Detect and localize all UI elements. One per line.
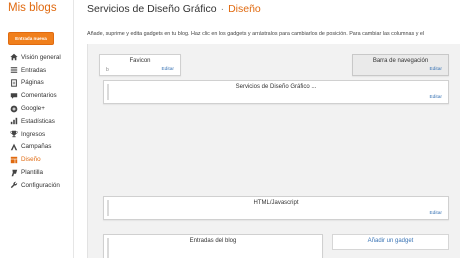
gadget-title: HTML/Javascript [253, 200, 299, 206]
navbar-gadget[interactable]: Barra de navegación Editar [352, 54, 449, 76]
pages-icon [9, 78, 18, 87]
sidebar-item-comments[interactable]: Comentarios [0, 89, 73, 102]
title-separator: · [220, 3, 225, 15]
template-icon [9, 168, 18, 177]
my-blogs-link[interactable]: Mis blogs [8, 2, 57, 14]
layout-icon [9, 155, 18, 164]
gadget-title: Favicon [129, 58, 151, 64]
sidebar-item-campaigns[interactable]: Campañas [0, 141, 73, 154]
sidebar-item-pages[interactable]: Páginas [0, 77, 73, 90]
gadget-title: Barra de navegación [372, 58, 429, 64]
page-title: Servicios de Diseño Gráfico · Diseño [87, 3, 261, 15]
sidebar-divider [73, 0, 74, 258]
favicon-marker: b [106, 67, 109, 73]
sidebar-item-settings[interactable]: Configuración [0, 179, 73, 192]
sidebar-nav: Visión general Entradas Páginas Comentar… [0, 51, 73, 192]
section-name: Diseño [228, 3, 261, 15]
header-edit-link[interactable]: Editar [429, 95, 442, 100]
posts-icon [9, 66, 18, 75]
stats-icon [9, 117, 18, 126]
trophy-icon [9, 130, 18, 139]
sidebar-item-label: Estadísticas [21, 117, 55, 125]
gadget-title: Servicios de Diseño Gráfico ... [235, 84, 317, 90]
wrench-icon [9, 181, 18, 190]
sidebar-item-earnings[interactable]: Ingresos [0, 128, 73, 141]
sidebar-item-label: Google+ [21, 105, 45, 113]
sidebar-item-posts[interactable]: Entradas [0, 64, 73, 77]
layout-instructions: Añade, suprime y edita gadgets en tu blo… [87, 31, 425, 37]
navbar-edit-link[interactable]: Editar [429, 67, 442, 72]
sidebar-item-template[interactable]: Plantilla [0, 166, 73, 179]
blog-posts-gadget[interactable]: Entradas del blog [103, 234, 323, 258]
sidebar-item-layout[interactable]: Diseño [0, 153, 73, 166]
blog-name: Servicios de Diseño Gráfico [87, 3, 217, 15]
sidebar-item-label: Entradas [21, 66, 47, 74]
new-post-button[interactable]: Entrada nueva [8, 32, 54, 45]
layout-canvas: Favicon b Editar Barra de navegación Edi… [87, 44, 460, 258]
comments-icon [9, 91, 18, 100]
sidebar-item-label: Configuración [21, 181, 60, 189]
top-bar: Mis blogs Servicios de Diseño Gráfico · Di… [0, 0, 460, 22]
sidebar-item-google-plus[interactable]: Google+ [0, 102, 73, 115]
campaigns-icon [9, 142, 18, 151]
home-icon [9, 53, 18, 62]
header-gadget[interactable]: Servicios de Diseño Gráfico ... Editar [103, 80, 449, 104]
sidebar-item-label: Plantilla [21, 169, 44, 177]
favicon-gadget[interactable]: Favicon b Editar [99, 54, 181, 76]
sidebar-item-stats[interactable]: Estadísticas [0, 115, 73, 128]
html-edit-link[interactable]: Editar [429, 211, 442, 216]
html-javascript-gadget[interactable]: HTML/Javascript Editar [103, 196, 449, 220]
sidebar-item-label: Diseño [21, 156, 41, 164]
gadget-title: Entradas del blog [189, 238, 237, 244]
sidebar-item-label: Comentarios [21, 92, 57, 100]
google-plus-icon [9, 104, 18, 113]
sidebar-item-label: Ingresos [21, 130, 46, 138]
sidebar-item-overview[interactable]: Visión general [0, 51, 73, 64]
favicon-edit-link[interactable]: Editar [161, 67, 174, 72]
sidebar-item-label: Visión general [21, 53, 61, 61]
sidebar-item-label: Páginas [21, 79, 44, 87]
sidebar-item-label: Campañas [21, 143, 52, 151]
add-gadget-link[interactable]: Añadir un gadget [332, 234, 449, 250]
sidebar: Entrada nueva Visión general Entradas Pá… [0, 22, 73, 258]
